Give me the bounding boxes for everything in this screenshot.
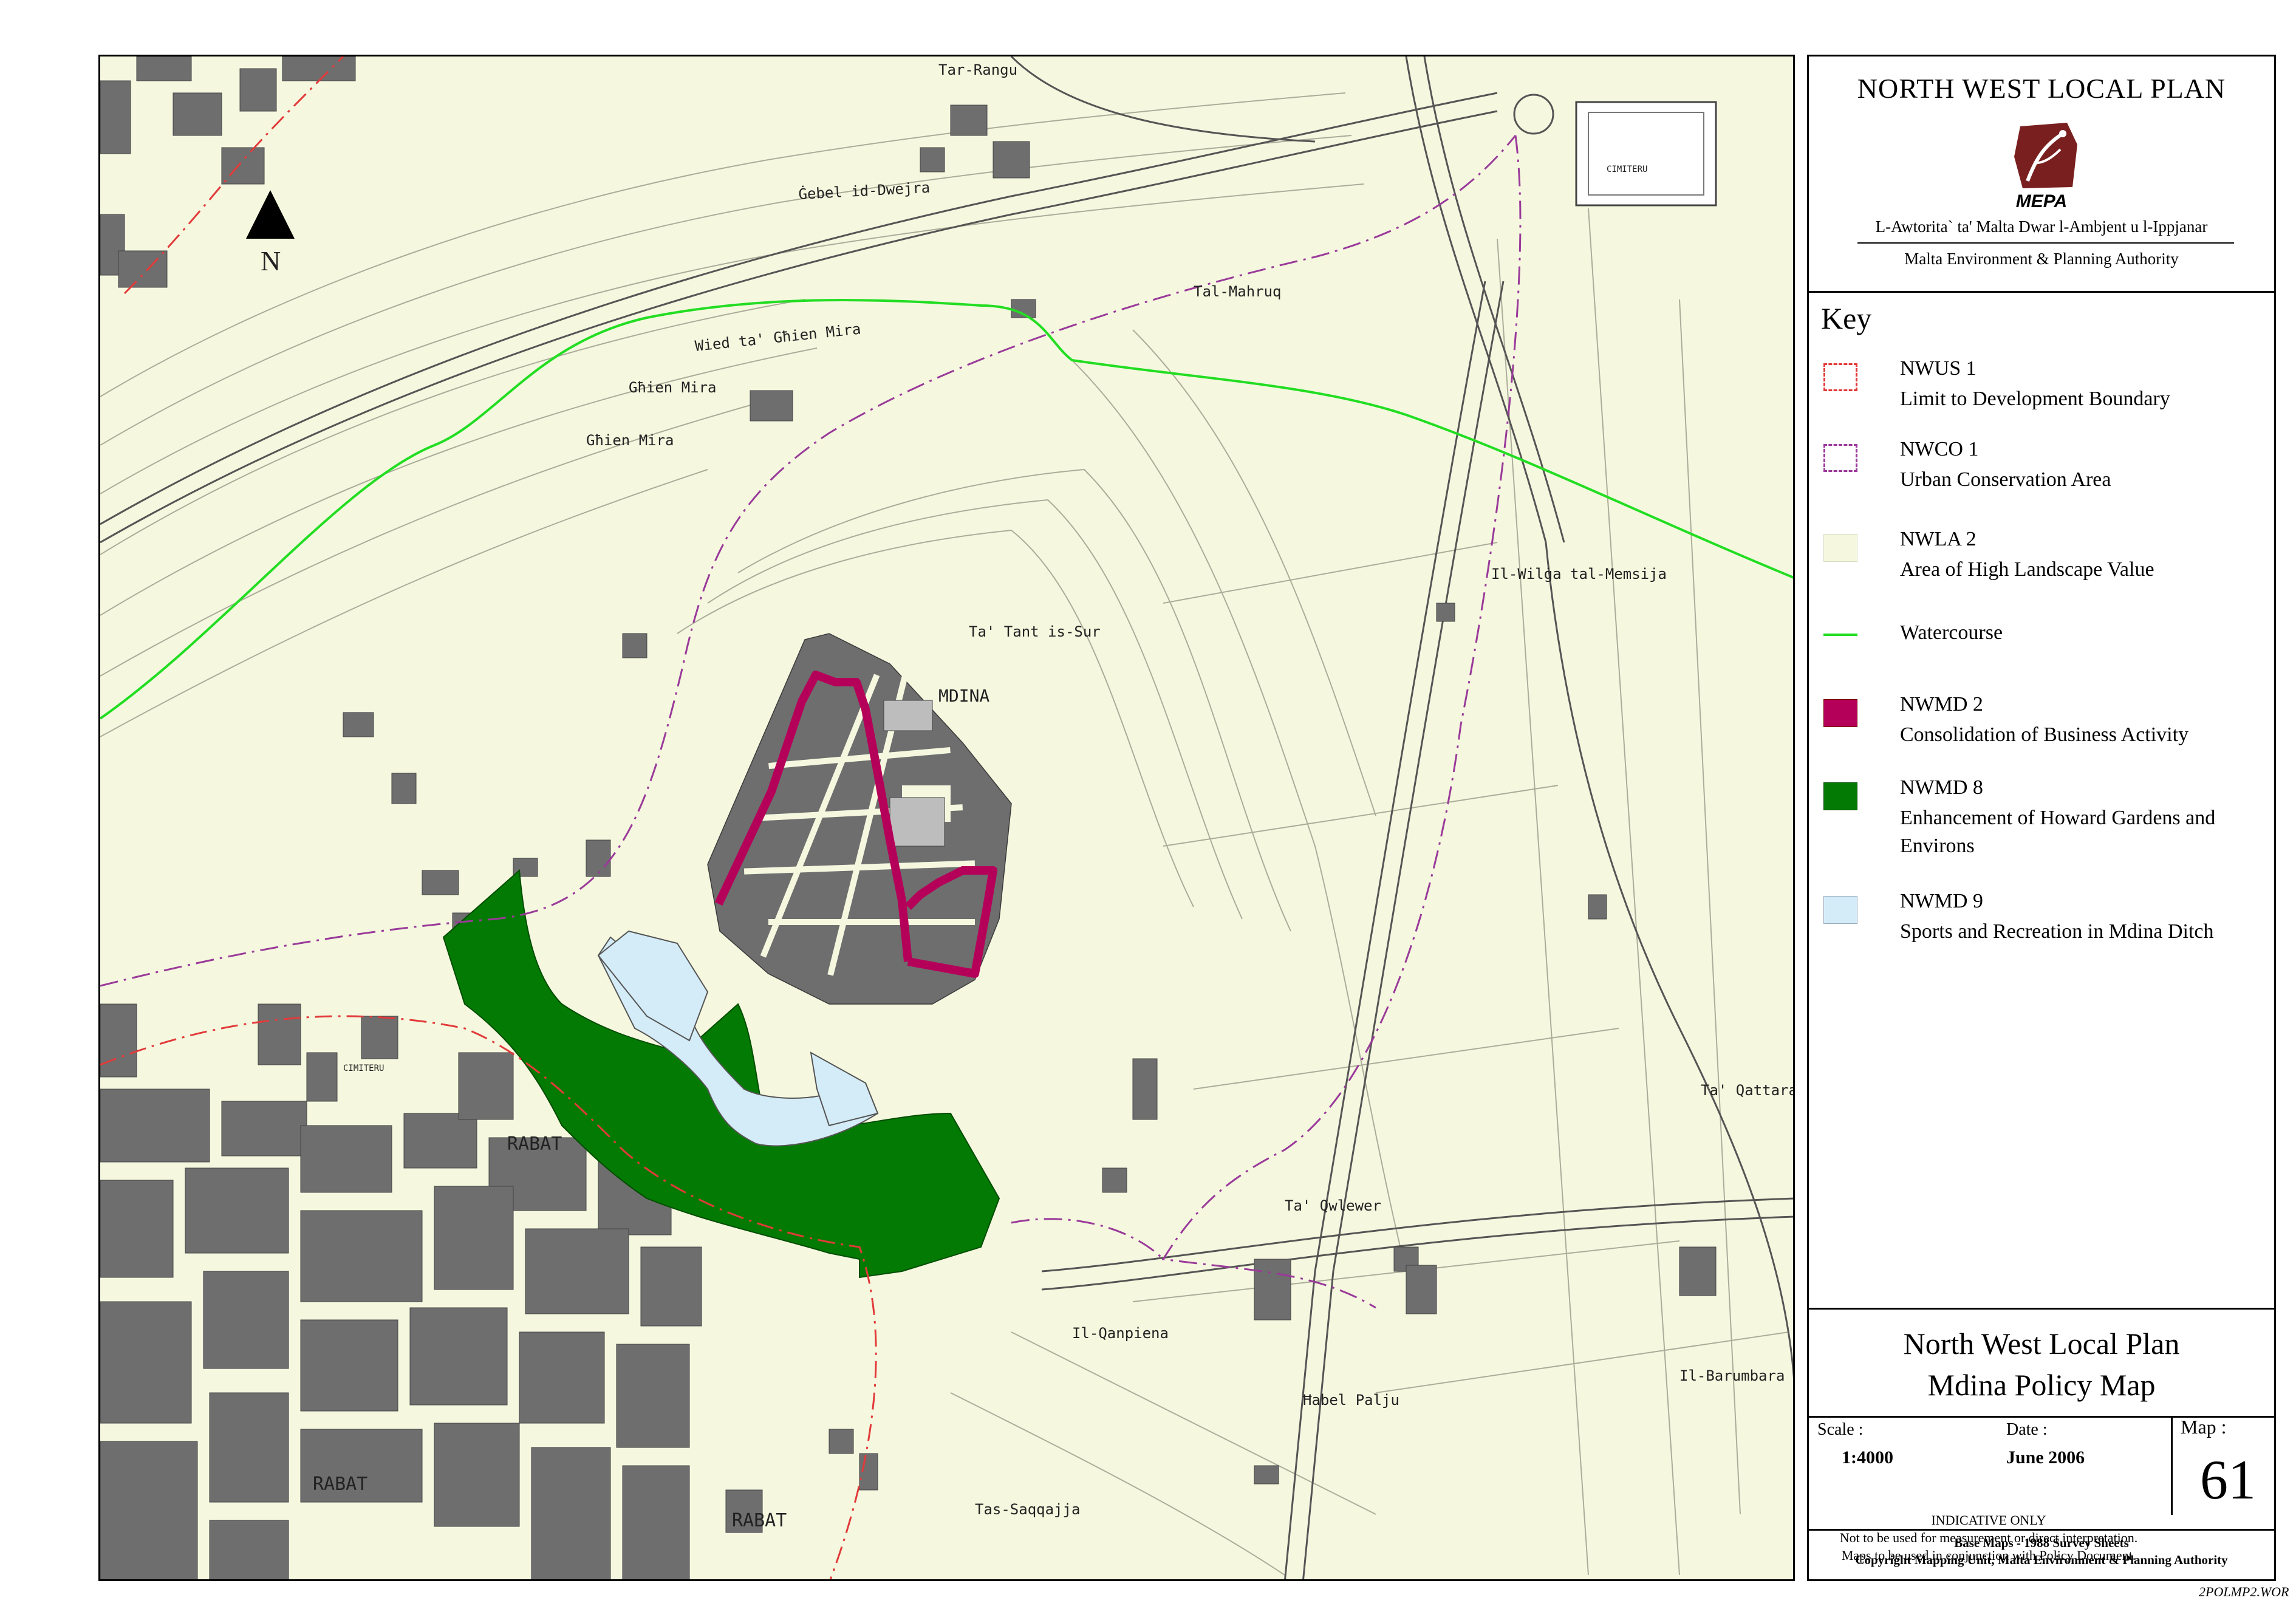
map-north-label: N [261, 245, 281, 276]
authority-maltese: L-Awtorita` ta' Malta Dwar l-Ambjent u l… [1875, 217, 2208, 236]
legend-item-nwla2: NWLA 2 Area of High Landscape Value [1821, 528, 2270, 583]
svg-text:Ta' Qwlewer: Ta' Qwlewer [1285, 1197, 1381, 1214]
svg-text:Ta' Tant is-Sur: Ta' Tant is-Sur [969, 623, 1101, 640]
svg-text:RABAT: RABAT [732, 1510, 787, 1531]
date-value: June 2006 [2006, 1447, 2085, 1468]
svg-text:MDINA: MDINA [938, 686, 989, 706]
header-divider [1809, 291, 2274, 293]
base-maps-credit: Base Maps - 1988 Survey Sheets Copyright… [1855, 1536, 2228, 1567]
legend-item-watercourse: Watercourse [1821, 615, 2270, 670]
map-number-divider [2171, 1416, 2173, 1515]
svg-text:Tar-Rangu: Tar-Rangu [938, 61, 1017, 78]
logo-wordmark: MEPA [2015, 191, 2068, 211]
map-subtitle-plan: North West Local Plan [1903, 1327, 2180, 1361]
svg-text:Ta' Qattara: Ta' Qattara [1701, 1082, 1795, 1099]
svg-text:CIMITERU: CIMITERU [343, 1064, 384, 1073]
scale-label: Scale : [1817, 1420, 1864, 1439]
north-arrow-icon [246, 190, 295, 239]
svg-text:Għien Mira: Għien Mira [629, 379, 717, 396]
legend-swatch [1823, 363, 1857, 391]
legend-item-nwmd9: NWMD 9 Sports and Recreation in Mdina Di… [1821, 890, 2270, 945]
svg-text:Għien Mira: Għien Mira [586, 432, 674, 449]
svg-text:RABAT: RABAT [313, 1474, 367, 1495]
authority-english: Malta Environment & Planning Authority [1904, 250, 2179, 268]
map-number: 61 [2200, 1449, 2256, 1511]
svg-text:Il-Wilġa tal-Memsija: Il-Wilġa tal-Memsija [1491, 565, 1667, 583]
roundabout [1513, 94, 1554, 135]
authority-divider [1857, 242, 2234, 244]
legend-swatch [1823, 896, 1857, 924]
scale-value: 1:4000 [1842, 1447, 1893, 1468]
date-label: Date : [2006, 1420, 2048, 1439]
svg-text:Tas-Saqqajja: Tas-Saqqajja [975, 1501, 1080, 1518]
svg-text:Ħabel Palju: Ħabel Palju [1303, 1392, 1399, 1409]
legend-swatch [1823, 444, 1857, 472]
legend-swatch [1823, 699, 1857, 727]
legend-swatch [1823, 634, 1857, 636]
legend-swatch [1823, 782, 1857, 810]
svg-text:Il-Qanpiena: Il-Qanpiena [1072, 1325, 1169, 1342]
north-buildings [100, 56, 1036, 422]
legend-item-nwmd2: NWMD 2 Consolidation of Business Activit… [1821, 693, 2270, 748]
key-title: Key [1821, 301, 1872, 335]
plan-title: NORTH WEST LOCAL PLAN [1857, 73, 2226, 104]
legend-item-nwus1: NWUS 1 Limit to Development Boundary [1821, 357, 2270, 412]
file-reference: 2POLMP2.WOR [2199, 1584, 2289, 1599]
legend-panel: NORTH WEST LOCAL PLAN MEPA L-Awtorita` t… [1807, 55, 2276, 1581]
svg-text:Tal-Mahruq: Tal-Mahruq [1194, 283, 1282, 300]
map-canvas: N Tar-Rangu Ġebel id-Dwejra Tal-Mahruq W… [100, 56, 1795, 1579]
watercourse-line [100, 299, 1793, 720]
map-area[interactable]: N Tar-Rangu Ġebel id-Dwejra Tal-Mahruq W… [98, 55, 1795, 1581]
title-divider [1809, 1308, 2274, 1310]
cemetery-plot [1575, 101, 1717, 207]
svg-text:Il-Barumbara: Il-Barumbara [1679, 1367, 1785, 1384]
map-label: Map : [2181, 1416, 2227, 1438]
map-subtitle-name: Mdina Policy Map [1927, 1368, 2156, 1402]
svg-text:RABAT: RABAT [507, 1133, 562, 1155]
svg-text:Wied ta' Għien Mira: Wied ta' Għien Mira [694, 320, 862, 355]
footer-divider [1809, 1529, 2274, 1531]
legend-item-nwco1: NWCO 1 Urban Conservation Area [1821, 438, 2270, 493]
legend-item-nwmd8: NWMD 8 Enhancement of Howard Gardens and… [1821, 776, 2270, 861]
legend-swatch [1823, 534, 1857, 562]
svg-text:Ġebel id-Dwejra: Ġebel id-Dwejra [798, 179, 931, 203]
svg-text:CIMITERU: CIMITERU [1607, 165, 1647, 174]
